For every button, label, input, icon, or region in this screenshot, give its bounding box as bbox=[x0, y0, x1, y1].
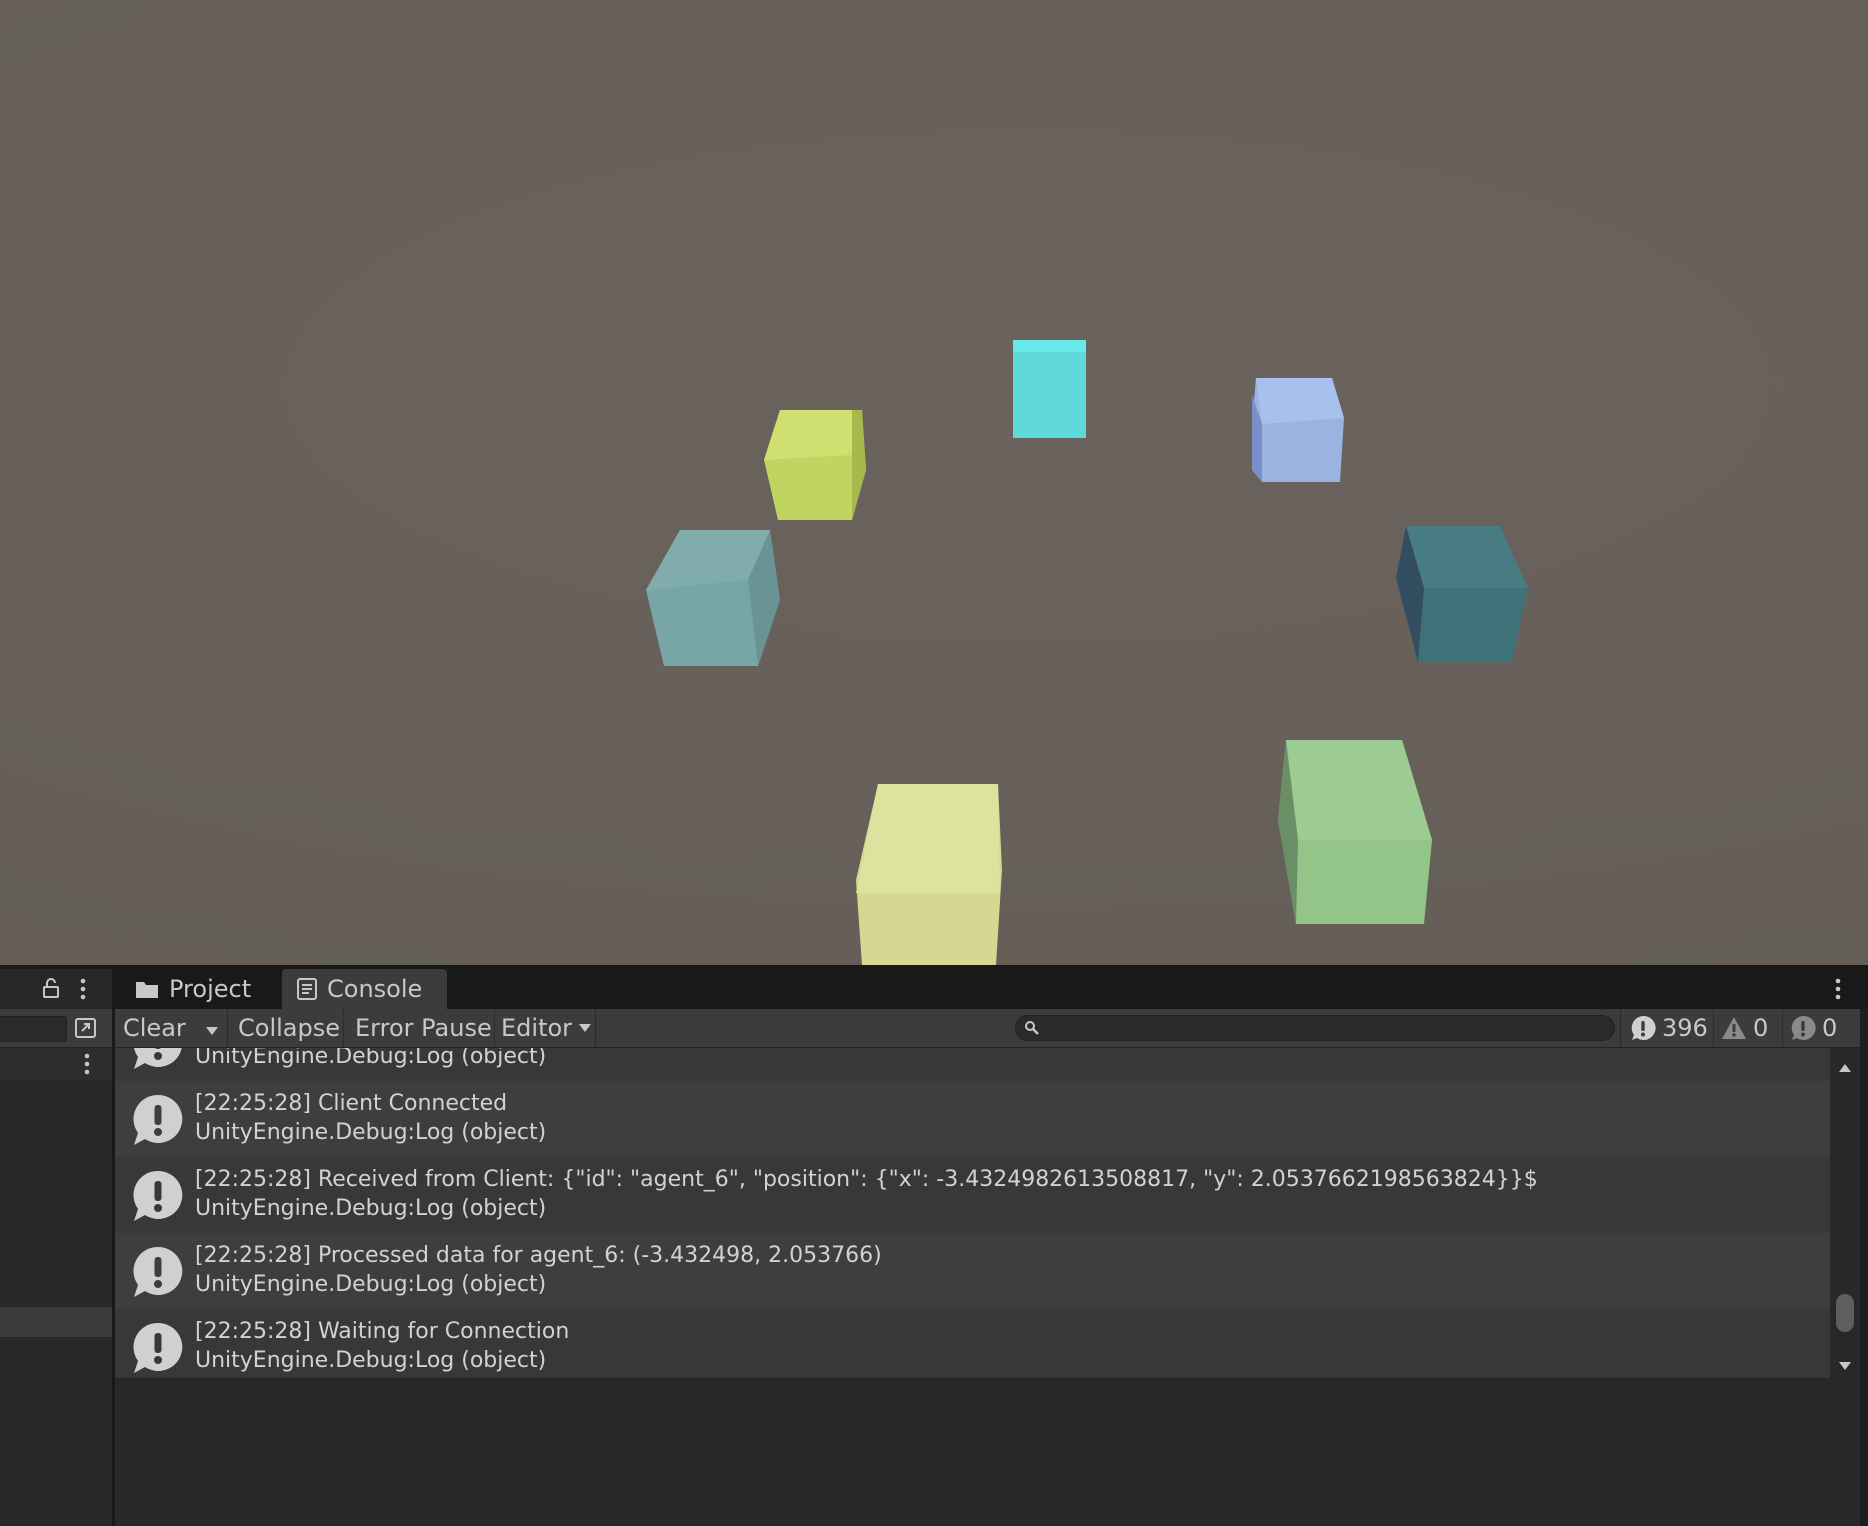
toolbar-separator bbox=[1782, 1009, 1783, 1047]
collapse-button[interactable]: Collapse bbox=[238, 1009, 340, 1047]
toolbar-separator bbox=[1713, 1009, 1714, 1047]
log-message: [22:25:28] Client Connected bbox=[195, 1091, 508, 1116]
scroll-up-arrow-icon[interactable] bbox=[1838, 1058, 1852, 1077]
hierarchy-selected-row[interactable] bbox=[0, 1307, 112, 1337]
hierarchy-panel bbox=[0, 969, 112, 1526]
error-count: 0 bbox=[1822, 1014, 1838, 1042]
search-icon bbox=[1024, 1020, 1040, 1040]
log-entry[interactable]: [22:25:28] Client Connected UnityEngine.… bbox=[115, 1081, 1830, 1157]
editor-dropdown[interactable]: Editor bbox=[501, 1009, 592, 1047]
cube-cyan[interactable] bbox=[1013, 340, 1086, 438]
scene-view[interactable] bbox=[0, 0, 1868, 965]
info-icon bbox=[131, 1321, 185, 1378]
toolbar-separator bbox=[595, 1009, 596, 1047]
warning-icon bbox=[1722, 1017, 1746, 1039]
editor-dropdown-label: Editor bbox=[501, 1014, 573, 1042]
toolbar-separator bbox=[343, 1009, 344, 1047]
clear-button[interactable]: Clear bbox=[123, 1009, 186, 1047]
kebab-menu-icon[interactable] bbox=[78, 977, 88, 1005]
chevron-down-icon bbox=[205, 1014, 219, 1042]
info-count-toggle[interactable]: 396 bbox=[1630, 1009, 1708, 1047]
hierarchy-header bbox=[0, 969, 112, 1009]
log-stack: UnityEngine.Debug:Log (object) bbox=[195, 1272, 547, 1297]
tab-bar: Project Console bbox=[115, 969, 1868, 1009]
log-entry[interactable]: [22:25:28] Received from Client: {"id": … bbox=[115, 1157, 1830, 1233]
info-icon bbox=[1631, 1015, 1656, 1040]
cube-grey-teal[interactable] bbox=[646, 530, 780, 666]
lock-icon[interactable] bbox=[40, 977, 62, 1003]
toolbar-separator bbox=[494, 1009, 495, 1047]
kebab-menu-icon[interactable] bbox=[82, 1052, 92, 1080]
cube-pale-yellow[interactable] bbox=[856, 784, 1002, 965]
log-stack: UnityEngine.Debug:Log (object) bbox=[195, 1120, 547, 1145]
log-entry[interactable]: UnityEngine.Debug:Log (object) bbox=[115, 1048, 1830, 1081]
hierarchy-search-input[interactable] bbox=[0, 1016, 67, 1042]
log-message: [22:25:28] Processed data for agent_6: (… bbox=[195, 1243, 882, 1268]
log-entry[interactable]: [22:25:28] Processed data for agent_6: (… bbox=[115, 1233, 1830, 1309]
console-search-input[interactable] bbox=[1015, 1015, 1615, 1041]
kebab-menu-icon[interactable] bbox=[1833, 977, 1843, 1005]
tab-console[interactable]: Console bbox=[282, 969, 447, 1009]
warning-count-toggle[interactable]: 0 bbox=[1721, 1009, 1768, 1047]
expand-icon[interactable] bbox=[72, 1016, 100, 1040]
scrollbar-thumb[interactable] bbox=[1836, 1294, 1854, 1332]
cube-dark-teal[interactable] bbox=[1396, 526, 1528, 662]
cube-periwinkle[interactable] bbox=[1252, 378, 1344, 482]
panel-right-edge bbox=[1860, 1009, 1868, 1526]
info-count: 396 bbox=[1662, 1014, 1708, 1042]
log-stack: UnityEngine.Debug:Log (object) bbox=[195, 1048, 547, 1069]
scene-cubes bbox=[646, 340, 1528, 965]
log-message: [22:25:28] Received from Client: {"id": … bbox=[195, 1167, 1538, 1192]
tab-console-label: Console bbox=[327, 975, 423, 1003]
console-toolbar: Clear Collapse Error Pause Editor 396 0 … bbox=[115, 1009, 1868, 1048]
log-list-bottom-border bbox=[115, 1378, 1830, 1379]
error-count-toggle[interactable]: 0 bbox=[1790, 1009, 1837, 1047]
info-icon bbox=[131, 1048, 185, 1077]
hierarchy-subheader bbox=[0, 1048, 112, 1081]
folder-icon bbox=[135, 979, 159, 999]
console-log-list[interactable]: UnityEngine.Debug:Log (object) [22:25:28… bbox=[115, 1048, 1830, 1378]
tab-project[interactable]: Project bbox=[125, 969, 290, 1009]
log-stack: UnityEngine.Debug:Log (object) bbox=[195, 1196, 547, 1221]
error-icon bbox=[1791, 1015, 1816, 1040]
chevron-down-icon bbox=[578, 1023, 592, 1033]
info-icon bbox=[131, 1169, 185, 1229]
cube-green[interactable] bbox=[1278, 740, 1432, 924]
clear-options-dropdown[interactable] bbox=[197, 1009, 227, 1047]
info-icon bbox=[131, 1245, 185, 1305]
cube-yellow-green[interactable] bbox=[764, 410, 866, 520]
scroll-down-arrow-icon[interactable] bbox=[1838, 1356, 1852, 1375]
console-window: Project Console Clear Collapse Error Pau… bbox=[115, 969, 1868, 1526]
warning-count: 0 bbox=[1753, 1014, 1769, 1042]
error-pause-button[interactable]: Error Pause bbox=[355, 1009, 492, 1047]
log-entry[interactable]: [22:25:28] Waiting for Connection UnityE… bbox=[115, 1309, 1830, 1378]
info-icon bbox=[131, 1093, 185, 1153]
console-icon bbox=[297, 978, 317, 1000]
log-stack: UnityEngine.Debug:Log (object) bbox=[195, 1348, 547, 1373]
toolbar-separator bbox=[1620, 1009, 1621, 1047]
toolbar-separator bbox=[227, 1009, 228, 1047]
hierarchy-toolbar bbox=[0, 1009, 112, 1048]
tab-project-label: Project bbox=[169, 975, 252, 1003]
log-message: [22:25:28] Waiting for Connection bbox=[195, 1319, 570, 1344]
log-scrollbar[interactable] bbox=[1830, 1048, 1860, 1382]
